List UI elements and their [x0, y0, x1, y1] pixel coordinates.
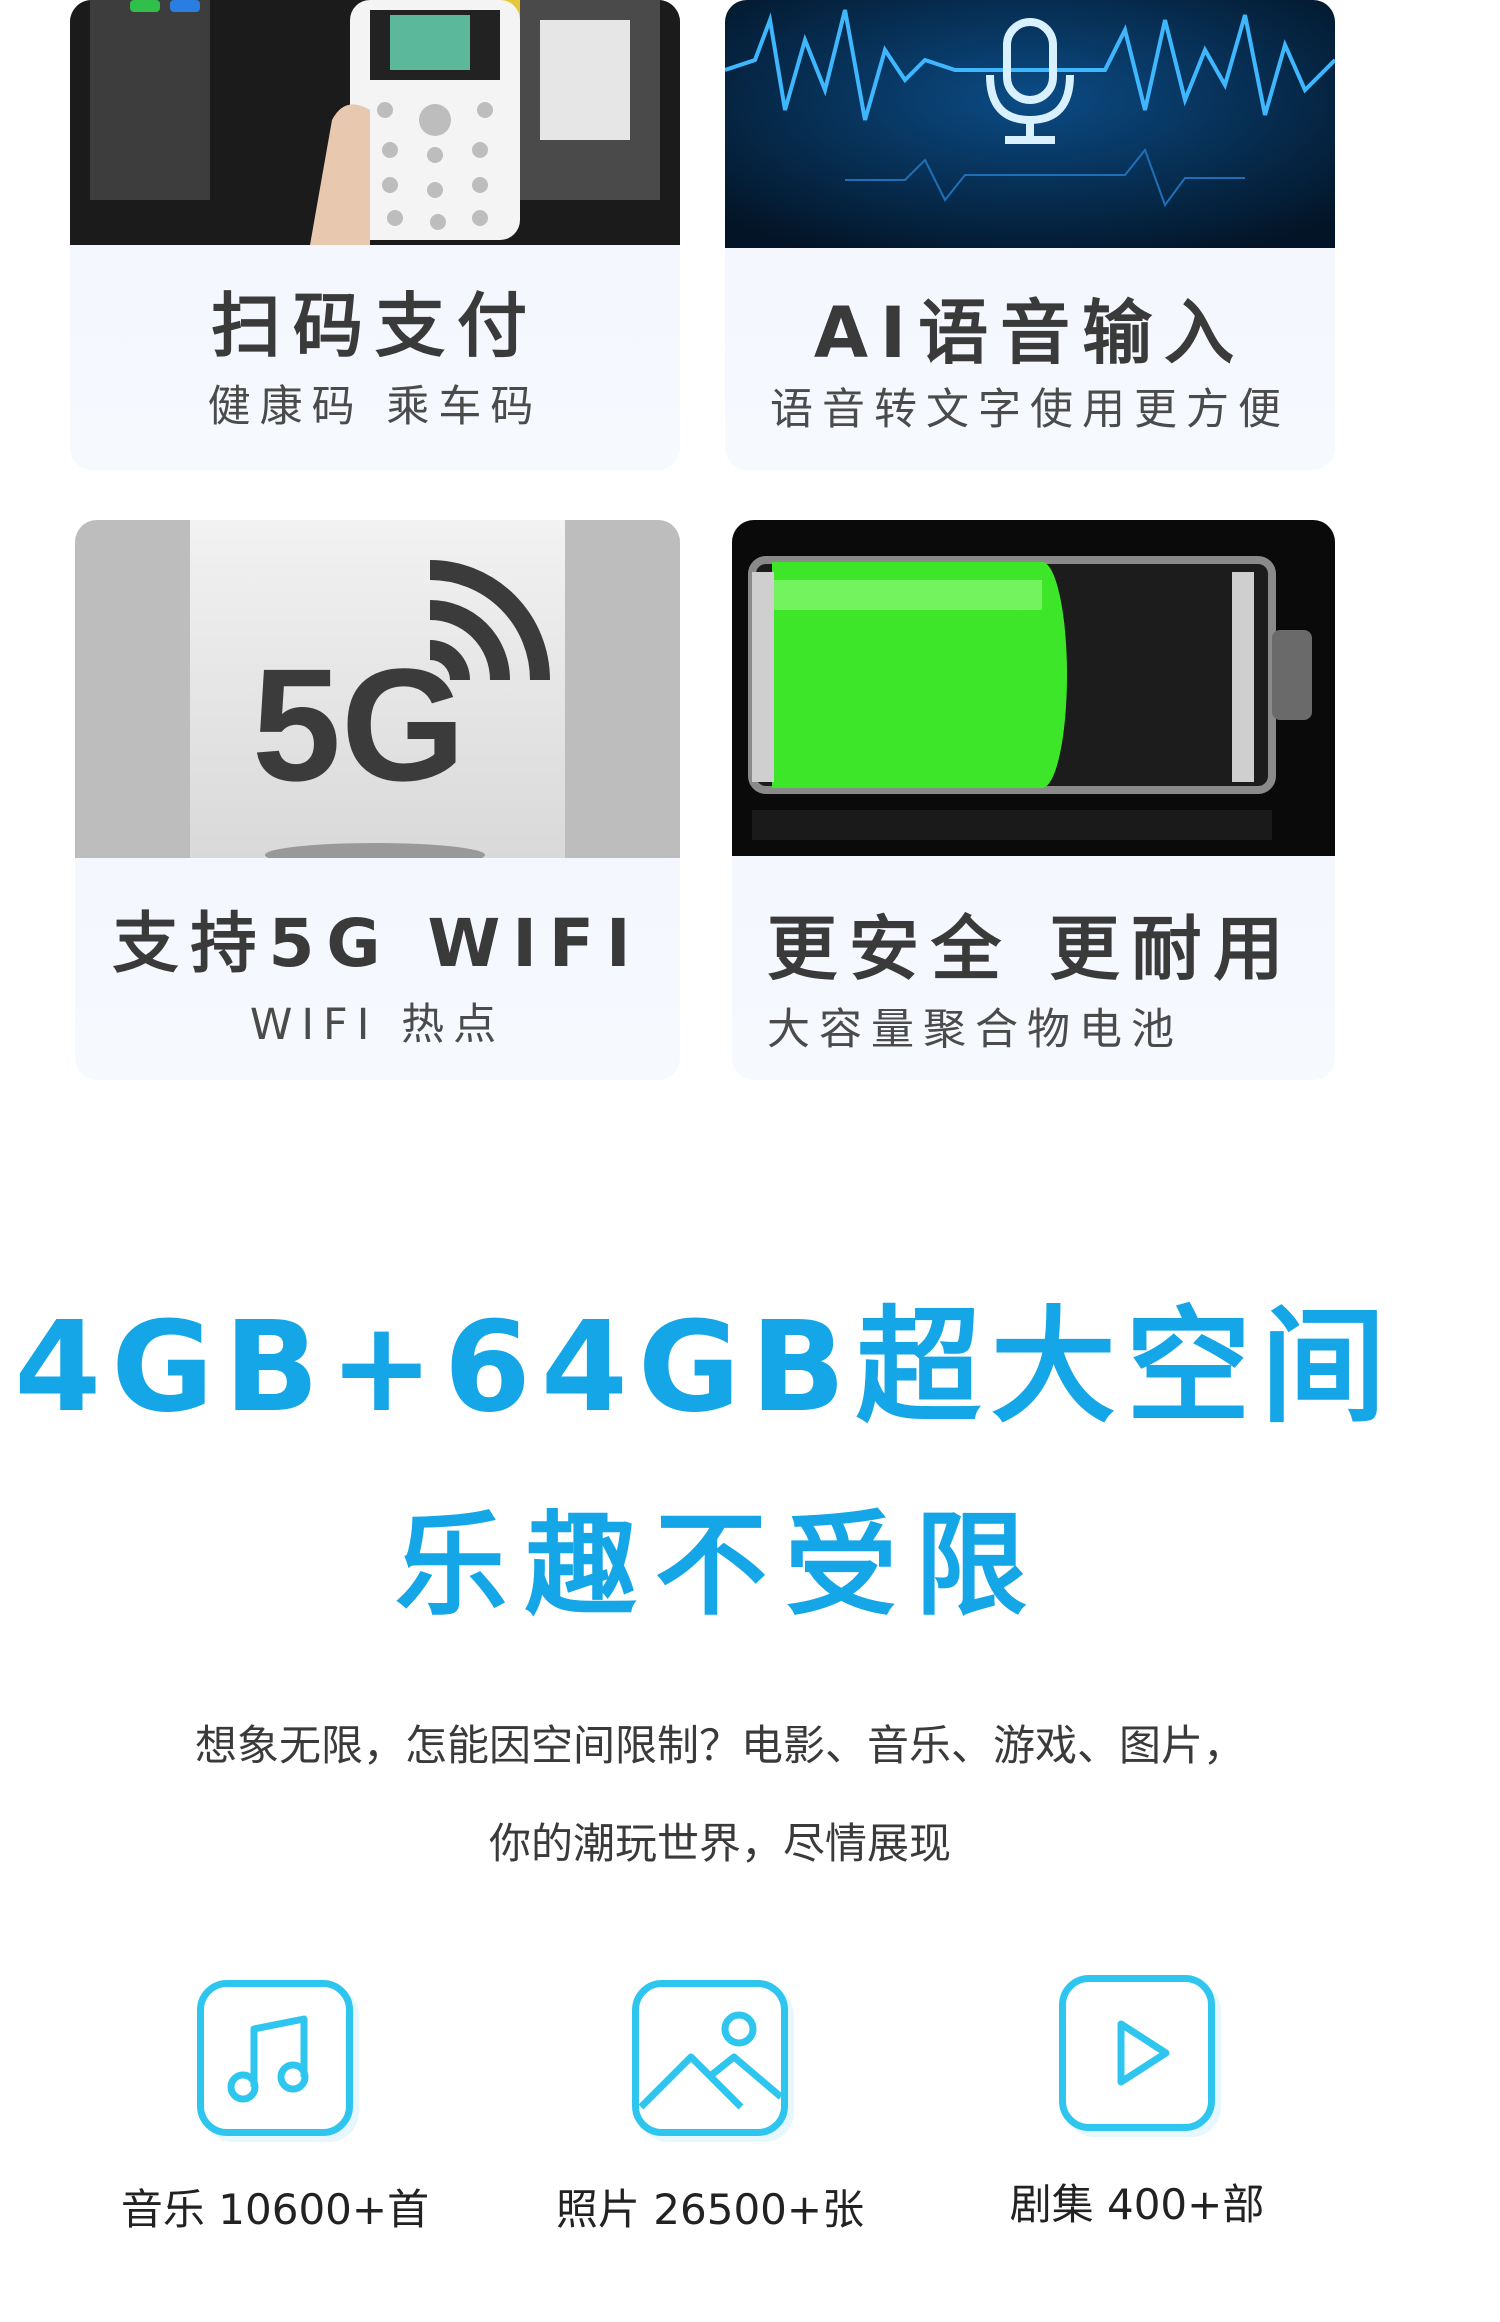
- card-title: 扫码支付: [211, 285, 539, 367]
- storage-description-line-2: 你的潮玩世界，尽情展现: [488, 1819, 951, 1868]
- storage-headline: 4GB+64GB超大空间: [14, 1295, 1396, 1440]
- image-icon: [632, 1980, 788, 2136]
- music-note-icon: [197, 1980, 353, 2136]
- feature-series: 剧集 400+部: [967, 1975, 1307, 2232]
- card-title: 更安全 更耐用: [767, 908, 1296, 990]
- card-title: 支持5G WIFI: [112, 905, 643, 982]
- storage-tagline: 乐趣不受限: [395, 1501, 1045, 1631]
- microphone-soundwave-image: [725, 0, 1335, 248]
- feature-card-scan-pay: 扫码支付 健康码 乘车码: [70, 0, 680, 470]
- feature-card-ai-voice: AI语音输入 语音转文字使用更方便: [725, 0, 1335, 470]
- feature-photos: 照片 26500+张: [540, 1980, 880, 2237]
- feature-label: 音乐 10600+首: [120, 2185, 430, 2234]
- feature-card-battery: 更安全 更耐用 大容量聚合物电池: [732, 520, 1335, 1080]
- feature-card-5g-wifi: 5G 支持5G WIFI WIFI 热点: [75, 520, 680, 1080]
- feature-label: 剧集 400+部: [1009, 2180, 1265, 2229]
- play-icon: [1059, 1975, 1215, 2131]
- card-subtitle: 语音转文字使用更方便: [770, 385, 1290, 435]
- 5g-signal-image: 5G: [75, 520, 680, 858]
- feature-music: 音乐 10600+首: [105, 1980, 445, 2237]
- feature-label: 照片 26500+张: [555, 2185, 865, 2234]
- card-subtitle: WIFI 热点: [249, 1000, 506, 1050]
- battery-image: [732, 520, 1335, 856]
- card-subtitle: 健康码 乘车码: [207, 382, 543, 432]
- phone-qr-scan-image: [70, 0, 680, 245]
- card-subtitle: 大容量聚合物电池: [767, 1005, 1183, 1055]
- card-title: AI语音输入: [813, 292, 1247, 374]
- 5g-text: 5G: [252, 635, 465, 814]
- storage-description-line-1: 想象无限，怎能因空间限制？电影、音乐、游戏、图片，: [194, 1721, 1245, 1770]
